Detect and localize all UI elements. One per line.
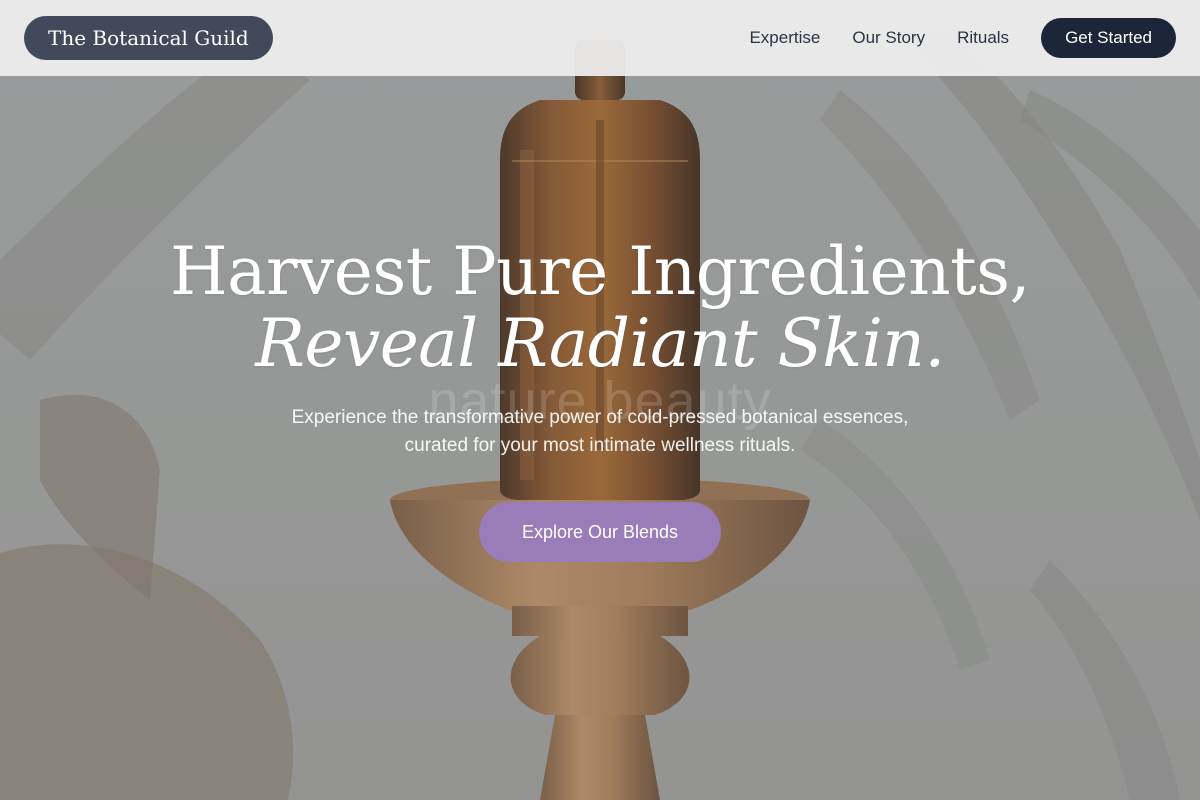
hero-headline: Harvest Pure Ingredients, Reveal Radiant… bbox=[0, 236, 1200, 380]
get-started-button[interactable]: Get Started bbox=[1041, 18, 1176, 58]
nav-link-expertise[interactable]: Expertise bbox=[749, 28, 820, 48]
site-header: The Botanical Guild Expertise Our Story … bbox=[0, 0, 1200, 76]
hero-section: Harvest Pure Ingredients, Reveal Radiant… bbox=[0, 236, 1200, 562]
hero-subtitle: Experience the transformative power of c… bbox=[291, 407, 909, 456]
explore-blends-button[interactable]: Explore Our Blends bbox=[479, 502, 721, 562]
nav-link-our-story[interactable]: Our Story bbox=[852, 28, 925, 48]
main-nav: Expertise Our Story Rituals Get Started bbox=[749, 18, 1176, 58]
brand-logo[interactable]: The Botanical Guild bbox=[24, 16, 273, 60]
headline-line-1: Harvest Pure Ingredients, bbox=[170, 233, 1030, 310]
nav-link-rituals[interactable]: Rituals bbox=[957, 28, 1009, 48]
